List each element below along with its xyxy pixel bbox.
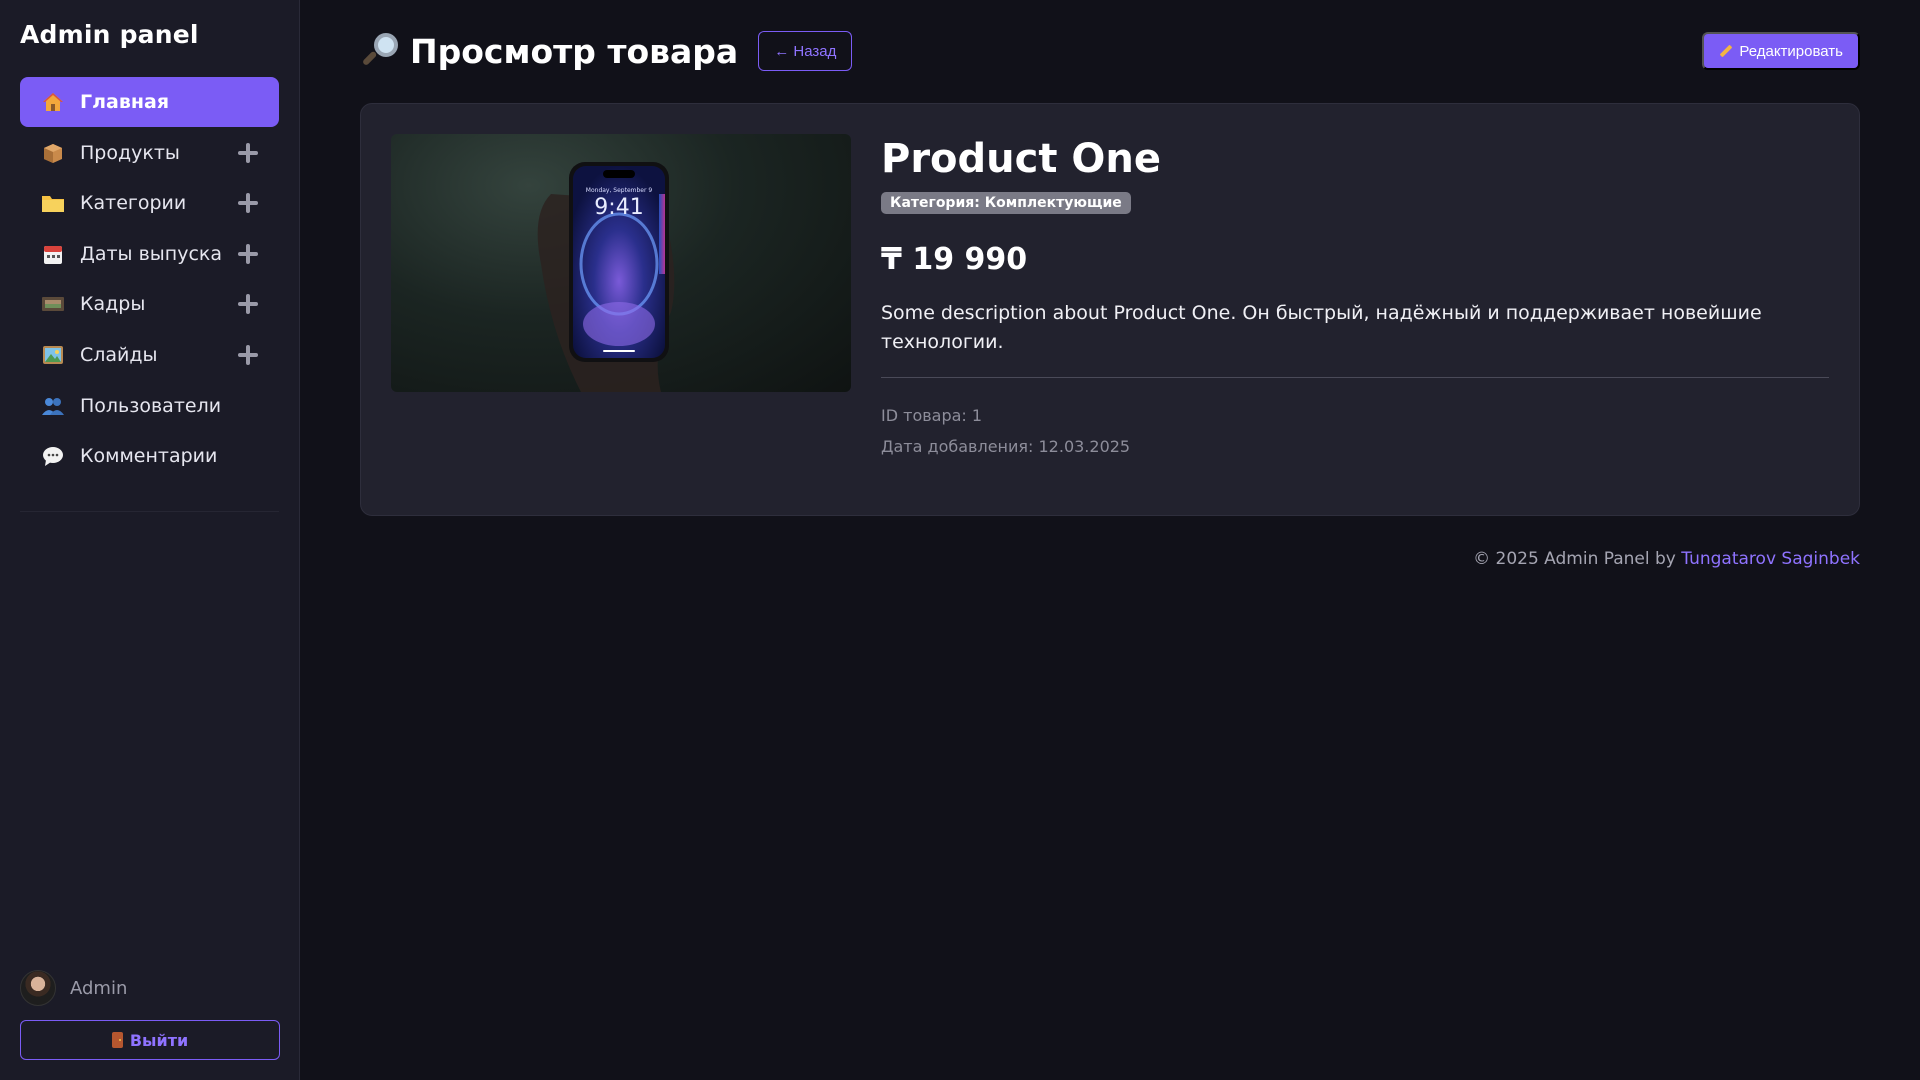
sidebar-divider [20,511,279,513]
add-product-icon[interactable] [237,142,259,164]
sidebar-item-label: Продукты [80,141,180,164]
sidebar-item-products[interactable]: Продукты [20,128,279,178]
sidebar-item-release-dates[interactable]: Даты выпуска [20,229,279,279]
product-id: ID товара: 1 [881,406,983,425]
product-date-added: Дата добавления: 12.03.2025 [881,437,1131,456]
sidebar-item-label: Слайды [80,343,158,366]
edit-label: Редактировать [1739,42,1843,60]
calendar-icon [40,241,66,267]
footer-author-link[interactable]: Tungatarov Saginbek [1681,549,1860,569]
phone-time: 9:41 [594,195,643,220]
product-price: ₸ 19 990 [881,242,1028,277]
package-icon [40,140,66,166]
add-category-icon[interactable] [237,192,259,214]
film-frames-icon [40,291,66,317]
page-footer: © 2025 Admin Panel by Tungatarov Saginbe… [1473,549,1860,569]
product-details: Product One Категория: Комплектующие ₸ 1… [881,134,1829,462]
sidebar-item-label: Даты выпуска [80,242,223,265]
main-content: Просмотр товара ← Назад Редактировать Mo… [300,0,1920,1080]
door-icon [111,1032,123,1048]
add-frame-icon[interactable] [237,293,259,315]
app-root: Admin panel Главная Продукты Категории Д… [0,0,1920,1080]
logout-label: Выйти [129,1030,189,1050]
sidebar-item-comments[interactable]: Комментарии [20,431,279,481]
sidebar-item-categories[interactable]: Категории [20,178,279,228]
magnifier-icon [360,31,400,71]
logout-button[interactable]: Выйти [20,1020,280,1060]
user-info: Admin [20,970,279,1006]
home-icon [40,89,66,115]
category-badge: Категория: Комплектующие [881,192,1131,214]
page-title: Просмотр товара [410,31,739,71]
brand-title: Admin panel [20,20,199,49]
footer-copyright: © 2025 Admin Panel by [1473,549,1676,569]
sidebar-item-users[interactable]: Пользователи [20,381,279,431]
sidebar-footer: Admin Выйти [20,970,280,1060]
phone-date: Monday, September 9 [586,187,653,194]
sidebar-item-frames[interactable]: Кадры [20,279,279,329]
product-name: Product One [881,136,1161,182]
edit-button[interactable]: Редактировать [1702,32,1860,70]
sidebar-item-label: Категории [80,192,187,215]
product-description: Some description about Product One. Он б… [881,302,1762,353]
sidebar-nav: Главная Продукты Категории Даты выпуска … [20,77,279,481]
picture-icon [40,342,66,368]
pencil-icon [1720,44,1733,58]
add-slide-icon[interactable] [237,344,259,366]
page-header: Просмотр товара ← Назад Редактировать [360,26,1860,76]
sidebar-item-home[interactable]: Главная [20,77,279,127]
sidebar-item-label: Главная [80,91,170,113]
avatar [20,970,56,1006]
speech-bubble-icon [40,443,66,469]
sidebar-item-label: Кадры [80,293,146,316]
add-release-date-icon[interactable] [237,243,259,265]
sidebar-item-label: Комментарии [80,445,218,468]
sidebar: Admin panel Главная Продукты Категории Д… [0,0,300,1080]
sidebar-item-slides[interactable]: Слайды [20,330,279,380]
users-icon [40,393,66,419]
sidebar-item-label: Пользователи [80,394,222,417]
product-card: Monday, September 9 9:41 Product One Кат… [360,103,1860,516]
back-button[interactable]: ← Назад [758,31,853,71]
card-divider [881,377,1829,378]
user-name: Admin [70,977,128,999]
folder-icon [40,190,66,216]
product-meta: ID товара: 1 Дата добавления: 12.03.2025 [881,400,1829,462]
product-image: Monday, September 9 9:41 [391,134,851,392]
